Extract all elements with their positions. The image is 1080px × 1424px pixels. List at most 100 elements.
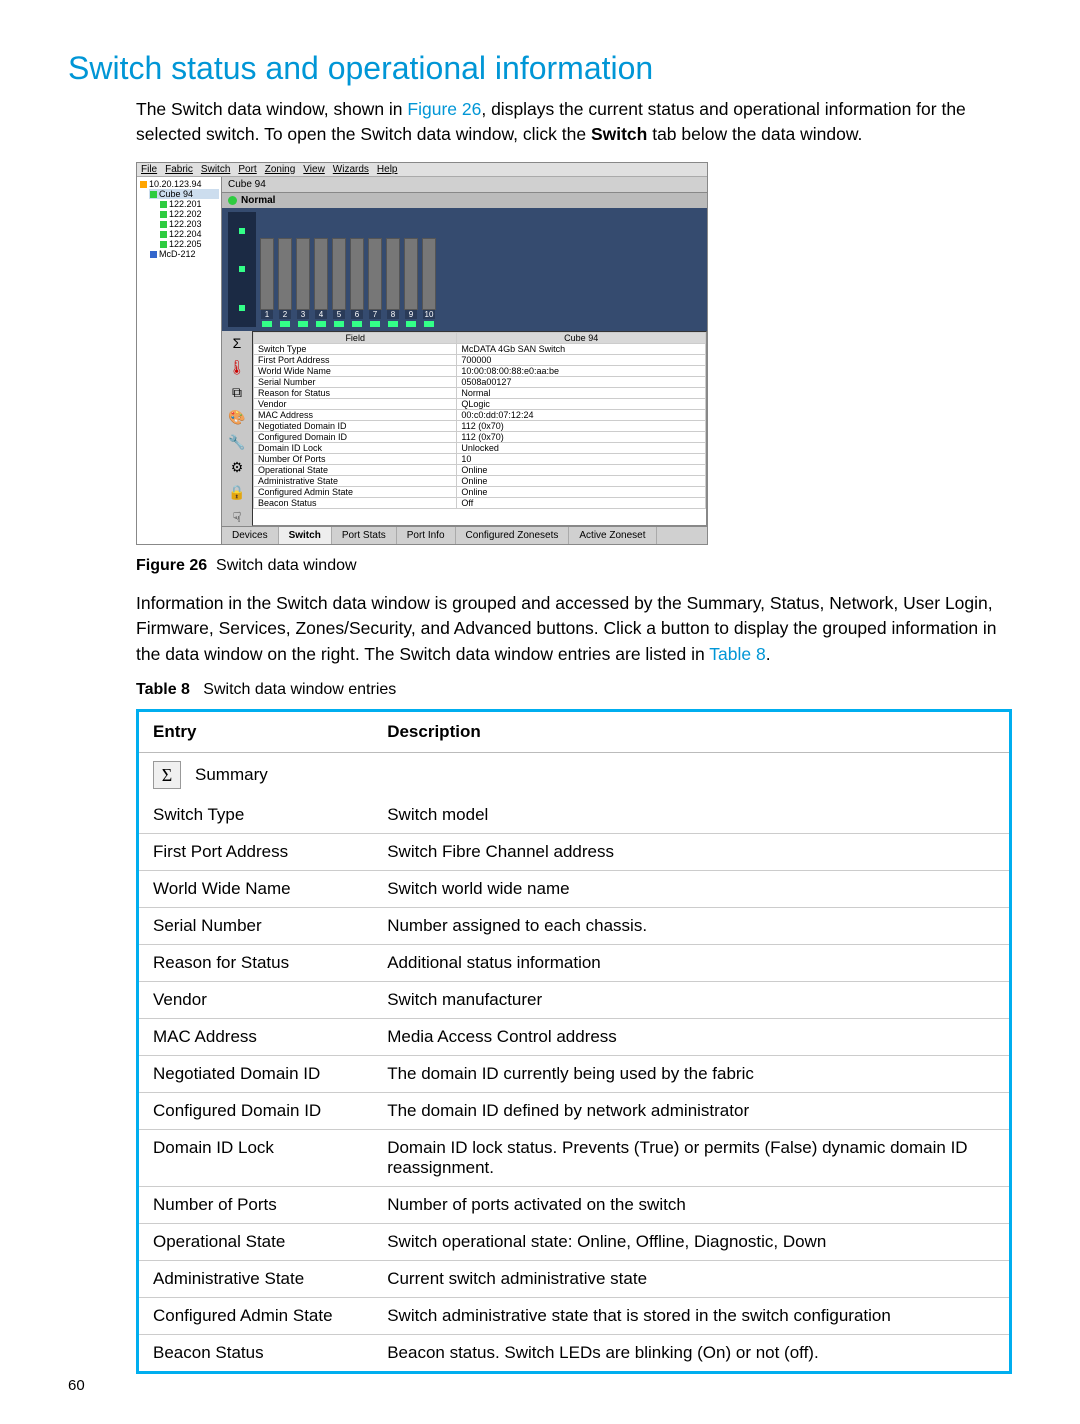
lock-icon[interactable]: 🔒: [228, 484, 245, 501]
table-row: Negotiated Domain IDThe domain ID curren…: [138, 1055, 1011, 1092]
table-link[interactable]: Table 8: [709, 644, 765, 664]
tab-port-info[interactable]: Port Info: [397, 527, 456, 544]
table-row: Serial Number0508a00127: [254, 376, 706, 387]
menu-zoning[interactable]: Zoning: [265, 164, 296, 175]
table-label: Table 8: [136, 681, 190, 698]
port[interactable]: 1: [260, 238, 274, 327]
tab-switch[interactable]: Switch: [279, 527, 332, 544]
entry-cell: Domain ID Lock: [138, 1129, 374, 1186]
table-row: Reason for StatusNormal: [254, 387, 706, 398]
tab-devices[interactable]: Devices: [222, 527, 279, 544]
field-name: Operational State: [254, 464, 457, 475]
header-desc: Description: [373, 710, 1010, 752]
tree-item[interactable]: 122.202: [159, 209, 219, 219]
tree-item-label: 122.204: [169, 229, 202, 239]
paragraph-2: Information in the Switch data window is…: [68, 591, 1012, 667]
port[interactable]: 6: [350, 238, 364, 327]
figure-label: Figure 26: [136, 557, 207, 574]
table-row: Switch TypeMcDATA 4Gb SAN Switch: [254, 343, 706, 354]
desc-cell: Switch manufacturer: [373, 981, 1010, 1018]
menu-port[interactable]: Port: [238, 164, 256, 175]
table-row: World Wide NameSwitch world wide name: [138, 870, 1011, 907]
led-icon: [239, 266, 245, 272]
desc-cell: Switch Fibre Channel address: [373, 833, 1010, 870]
intro-paragraph: The Switch data window, shown in Figure …: [68, 97, 1012, 148]
tab-configured-zonesets[interactable]: Configured Zonesets: [456, 527, 570, 544]
tree-item-label: 122.201: [169, 199, 202, 209]
tree-item[interactable]: McD-212: [149, 249, 219, 259]
menu-wizards[interactable]: Wizards: [333, 164, 369, 175]
screenshot-window: File Fabric Switch Port Zoning View Wiza…: [136, 162, 708, 545]
summary-row: Σ Summary: [138, 752, 1011, 797]
col-field: Field: [254, 332, 457, 343]
hand-icon[interactable]: ☟: [233, 509, 242, 526]
port[interactable]: 8: [386, 238, 400, 327]
menu-fabric[interactable]: Fabric: [165, 164, 193, 175]
entry-cell: MAC Address: [138, 1018, 374, 1055]
field-name: Number Of Ports: [254, 453, 457, 464]
summary-cell: Σ Summary: [153, 761, 995, 789]
entry-cell: Reason for Status: [138, 944, 374, 981]
para2-post: .: [766, 644, 771, 664]
tree-item[interactable]: Cube 94: [149, 189, 219, 199]
port[interactable]: 2: [278, 238, 292, 327]
table-row: Domain ID LockDomain ID lock status. Pre…: [138, 1129, 1011, 1186]
desc-cell: Number assigned to each chassis.: [373, 907, 1010, 944]
desc-cell: Switch world wide name: [373, 870, 1010, 907]
figure-link[interactable]: Figure 26: [407, 99, 481, 119]
tab-active-zoneset[interactable]: Active Zoneset: [569, 527, 656, 544]
intro-bold: Switch: [591, 124, 647, 144]
table-caption: Table 8 Switch data window entries: [136, 681, 1012, 699]
entry-cell: First Port Address: [138, 833, 374, 870]
page-number: 60: [68, 1377, 85, 1394]
table-row: First Port Address700000: [254, 354, 706, 365]
tree-item[interactable]: 122.204: [159, 229, 219, 239]
field-name: Negotiated Domain ID: [254, 420, 457, 431]
menu-view[interactable]: View: [303, 164, 325, 175]
palette-icon[interactable]: 🎨: [228, 409, 245, 426]
field-value: QLogic: [457, 398, 706, 409]
status-row: Normal: [222, 193, 707, 208]
field-name: Administrative State: [254, 475, 457, 486]
thermometer-icon[interactable]: 🌡: [228, 359, 246, 376]
page: Switch status and operational informatio…: [0, 0, 1080, 1424]
tree-item-label: 122.205: [169, 239, 202, 249]
table-row: Beacon StatusBeacon status. Switch LEDs …: [138, 1334, 1011, 1372]
menu-help[interactable]: Help: [377, 164, 398, 175]
field-name: MAC Address: [254, 409, 457, 420]
field-value: 700000: [457, 354, 706, 365]
status-dot-icon: [228, 196, 237, 205]
port[interactable]: 7: [368, 238, 382, 327]
table-row: Administrative StateCurrent switch admin…: [138, 1260, 1011, 1297]
tab-port-stats[interactable]: Port Stats: [332, 527, 397, 544]
field-name: Vendor: [254, 398, 457, 409]
led-icon: [239, 228, 245, 234]
description-table: Entry Description Σ Summary Switch TypeS…: [136, 709, 1012, 1374]
port[interactable]: 5: [332, 238, 346, 327]
desc-cell: Domain ID lock status. Prevents (True) o…: [373, 1129, 1010, 1186]
field-name: Reason for Status: [254, 387, 457, 398]
gear-icon[interactable]: ⚙: [231, 459, 244, 476]
tree-root[interactable]: 10.20.123.94: [139, 179, 219, 189]
table-header-row: Field Cube 94: [254, 332, 706, 343]
port[interactable]: 4: [314, 238, 328, 327]
network-icon[interactable]: ⧉: [232, 384, 242, 401]
tree-item[interactable]: 122.203: [159, 219, 219, 229]
desc-cell: Beacon status. Switch LEDs are blinking …: [373, 1334, 1010, 1372]
content-area: 10.20.123.94 Cube 94 122.201 122.202 122…: [137, 177, 707, 544]
tree-item[interactable]: 122.201: [159, 199, 219, 209]
sigma-icon[interactable]: Σ: [233, 335, 242, 351]
field-name: Serial Number: [254, 376, 457, 387]
port[interactable]: 3: [296, 238, 310, 327]
desc-cell: The domain ID defined by network adminis…: [373, 1092, 1010, 1129]
table-row: Number of PortsNumber of ports activated…: [138, 1186, 1011, 1223]
port[interactable]: 10: [422, 238, 436, 327]
menu-file[interactable]: File: [141, 164, 157, 175]
tree-item[interactable]: 122.205: [159, 239, 219, 249]
port[interactable]: 9: [404, 238, 418, 327]
wrench-icon[interactable]: 🔧: [228, 434, 245, 451]
menu-switch[interactable]: Switch: [201, 164, 230, 175]
table-row: Configured Domain IDThe domain ID define…: [138, 1092, 1011, 1129]
field-name: Configured Domain ID: [254, 431, 457, 442]
table-row: Configured Admin StateSwitch administrat…: [138, 1297, 1011, 1334]
